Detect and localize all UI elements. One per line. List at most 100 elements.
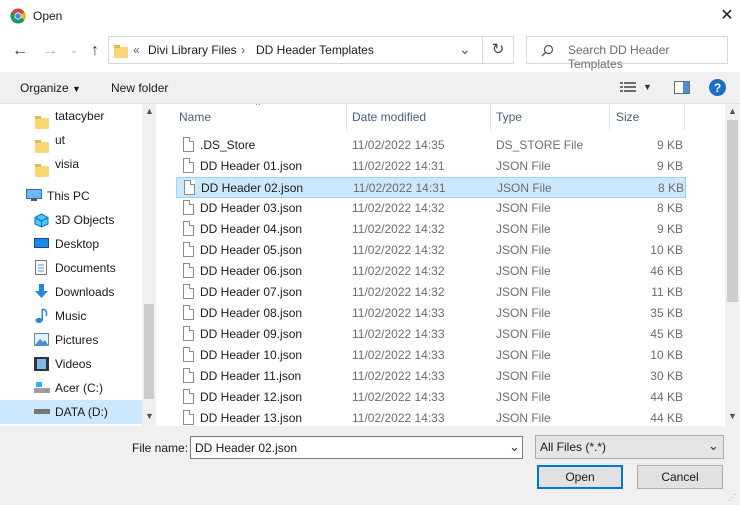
- breadcrumb-overflow[interactable]: «: [133, 43, 140, 57]
- file-icon: [183, 389, 194, 404]
- file-row[interactable]: .DS_Store 11/02/2022 14:35 DS_STORE File 9 …: [176, 135, 686, 156]
- sidebar-item-data-d[interactable]: DATA (D:): [0, 400, 142, 424]
- file-name-cell: DD Header 08.json: [200, 306, 303, 320]
- file-type-cell: JSON File: [496, 201, 551, 215]
- scroll-down-icon[interactable]: ▼: [145, 411, 154, 421]
- chevron-down-icon[interactable]: ⌄: [509, 439, 520, 455]
- sidebar-item-documents[interactable]: Documents: [0, 256, 142, 280]
- sidebar-item-desktop[interactable]: Desktop: [0, 232, 142, 256]
- back-icon[interactable]: ←: [10, 41, 30, 61]
- file-size-cell: 9 KB: [656, 138, 683, 152]
- file-row[interactable]: DD Header 04.json 11/02/2022 14:32 JSON Fi…: [176, 219, 686, 240]
- recent-locations-icon[interactable]: ⌄: [64, 41, 84, 61]
- file-row[interactable]: DD Header 06.json 11/02/2022 14:32 JSON Fi…: [176, 261, 686, 282]
- column-header-date-modified[interactable]: Date modified: [352, 104, 426, 130]
- help-icon[interactable]: ?: [709, 79, 726, 96]
- sidebar-item-ut[interactable]: ut: [0, 128, 142, 154]
- sidebar-item-pictures[interactable]: Pictures: [0, 328, 142, 352]
- sidebar-item-3d-objects[interactable]: 3D Objects: [0, 208, 142, 232]
- file-name-input[interactable]: DD Header 02.json ⌄: [190, 436, 523, 459]
- sidebar-item-tatacyber[interactable]: tatacyber: [0, 104, 142, 130]
- breadcrumb-divi-library-files[interactable]: Divi Library Files: [148, 43, 237, 57]
- navigation-pane: tatacyber ut visia This PC 3D Objects De…: [0, 104, 156, 426]
- file-row[interactable]: DD Header 08.json 11/02/2022 14:33 JSON Fi…: [176, 303, 686, 324]
- file-row[interactable]: DD Header 10.json 11/02/2022 14:33 JSON Fi…: [176, 345, 686, 366]
- sidebar-item-label: Downloads: [55, 285, 115, 299]
- breadcrumb-separator: ›: [241, 43, 245, 57]
- file-name-value: DD Header 02.json: [195, 441, 298, 455]
- close-icon[interactable]: ✕: [716, 5, 738, 27]
- file-size-cell: 9 KB: [656, 159, 683, 173]
- scroll-down-icon[interactable]: ▼: [728, 411, 737, 421]
- address-dropdown-icon[interactable]: ⌄: [459, 41, 471, 58]
- search-placeholder: Search DD Header Templates: [568, 43, 670, 71]
- sidebar-item-label: This PC: [47, 189, 90, 203]
- sort-ascending-icon: ^: [256, 104, 261, 110]
- file-name-cell: DD Header 01.json: [200, 159, 303, 173]
- file-row[interactable]: DD Header 13.json 11/02/2022 14:33 JSON Fi…: [176, 408, 686, 426]
- scrollbar-thumb[interactable]: [727, 120, 738, 302]
- new-folder-button[interactable]: New folder: [111, 81, 168, 95]
- svg-text:?: ?: [714, 81, 721, 95]
- view-options-icon[interactable]: [620, 81, 636, 94]
- file-row[interactable]: DD Header 01.json 11/02/2022 14:31 JSON Fi…: [176, 156, 686, 177]
- file-type-select[interactable]: All Files (*.*) ⌄: [535, 435, 724, 459]
- file-row[interactable]: DD Header 07.json 11/02/2022 14:32 JSON Fi…: [176, 282, 686, 303]
- file-size-cell: 35 KB: [650, 306, 683, 320]
- refresh-button[interactable]: ↻: [483, 36, 514, 64]
- sidebar-item-acer-c[interactable]: Acer (C:): [0, 376, 142, 400]
- file-size-cell: 10 KB: [650, 243, 683, 257]
- scroll-up-icon[interactable]: ▲: [728, 106, 737, 116]
- file-row[interactable]: DD Header 02.json 11/02/2022 14:31 JSON Fi…: [176, 177, 686, 198]
- file-row[interactable]: DD Header 03.json 11/02/2022 14:32 JSON Fi…: [176, 198, 686, 219]
- file-name-cell: DD Header 02.json: [201, 181, 304, 195]
- column-header-type[interactable]: Type: [496, 104, 522, 130]
- file-icon: [183, 368, 194, 383]
- file-icon: [183, 158, 194, 173]
- sidebar-item-label: Music: [55, 309, 87, 323]
- sidebar-item-this-pc[interactable]: This PC: [0, 184, 142, 208]
- file-row[interactable]: DD Header 05.json 11/02/2022 14:32 JSON Fi…: [176, 240, 686, 261]
- file-size-cell: 9 KB: [656, 222, 683, 236]
- drive-icon: [34, 409, 50, 414]
- file-name-cell: DD Header 12.json: [200, 390, 303, 404]
- file-row[interactable]: DD Header 12.json 11/02/2022 14:33 JSON Fi…: [176, 387, 686, 408]
- file-date-cell: 11/02/2022 14:33: [352, 327, 445, 341]
- file-row[interactable]: DD Header 09.json 11/02/2022 14:33 JSON Fi…: [176, 324, 686, 345]
- search-box[interactable]: Search DD Header Templates: [526, 36, 728, 71]
- sidebar-scrollbar[interactable]: ▲ ▼: [142, 104, 156, 426]
- sidebar-item-label: Acer (C:): [55, 381, 103, 395]
- file-date-cell: 11/02/2022 14:32: [352, 243, 445, 257]
- up-icon[interactable]: ↑: [85, 41, 105, 61]
- view-dropdown-icon[interactable]: ▼: [643, 82, 652, 92]
- file-icon: [183, 347, 194, 362]
- address-bar[interactable]: « Divi Library Files › DD Header Templat…: [108, 36, 483, 64]
- file-list-scrollbar[interactable]: ▲ ▼: [725, 104, 740, 426]
- scrollbar-thumb[interactable]: [144, 304, 154, 399]
- file-name-cell: DD Header 13.json: [200, 411, 303, 425]
- sidebar-item-visia[interactable]: visia: [0, 152, 142, 178]
- sidebar-item-music[interactable]: Music: [0, 304, 142, 328]
- sidebar-item-videos[interactable]: Videos: [0, 352, 142, 376]
- forward-icon[interactable]: →: [40, 41, 60, 61]
- scroll-up-icon[interactable]: ▲: [145, 106, 154, 116]
- cancel-button[interactable]: Cancel: [637, 465, 723, 489]
- preview-pane-icon[interactable]: [674, 81, 690, 94]
- sidebar-item-label: tatacyber: [55, 109, 105, 123]
- column-header-name[interactable]: Name: [179, 104, 211, 130]
- file-date-cell: 11/02/2022 14:35: [352, 138, 445, 152]
- chevron-down-icon[interactable]: ⌄: [708, 438, 719, 454]
- open-button[interactable]: Open: [537, 465, 623, 489]
- folder-icon: [114, 45, 128, 59]
- file-name-cell: DD Header 10.json: [200, 348, 303, 362]
- file-date-cell: 11/02/2022 14:33: [352, 369, 445, 383]
- sidebar-item-downloads[interactable]: Downloads: [0, 280, 142, 304]
- breadcrumb-dd-header-templates[interactable]: DD Header Templates: [256, 43, 374, 57]
- organize-button[interactable]: Organize ▼: [20, 81, 81, 95]
- column-header-size[interactable]: Size: [616, 104, 639, 130]
- file-row[interactable]: DD Header 11.json 11/02/2022 14:33 JSON Fi…: [176, 366, 686, 387]
- sidebar-item-label: visia: [55, 157, 80, 171]
- file-type-value: All Files (*.*): [540, 440, 607, 454]
- resize-grip-icon[interactable]: ⋰: [728, 493, 736, 502]
- file-name-cell: DD Header 03.json: [200, 201, 303, 215]
